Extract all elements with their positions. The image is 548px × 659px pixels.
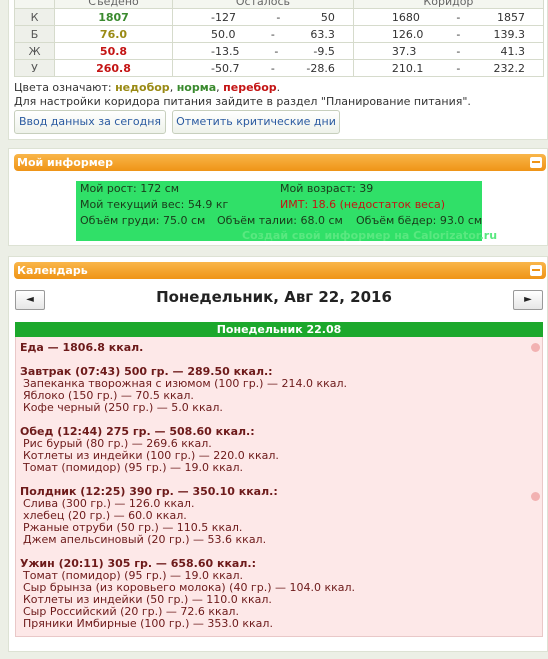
day-header: Понедельник 22.08 (15, 322, 543, 337)
list-item: Кофе черный (250 гр.) — 5.0 ккал. (23, 401, 223, 414)
corridor-min: 37.3 (391, 44, 417, 58)
table-header-row: Съедено Осталось Коридор (14, 0, 545, 9)
left-min: -13.5 (211, 44, 240, 58)
table-row: Ж 50.8 -13.5 - -9.5 37.3 - 41.3 (14, 42, 545, 60)
age-text: Мой возраст: 39 (280, 182, 374, 195)
legend-normal: норма (176, 81, 217, 94)
legend-line: Цвета означают: недобор, норма, перебор. (14, 81, 471, 95)
informer-title: Мой информер (17, 156, 114, 169)
list-item: Пряники Имбирные (100 гр.) — 353.0 ккал. (23, 617, 273, 630)
legend-under: недобор (115, 81, 170, 94)
row-label: У (14, 59, 55, 77)
legend-over: перебор (223, 81, 277, 94)
legend-dot: . (276, 81, 281, 94)
list-item: Джем апельсиновый (20 гр.) — 53.6 ккал. (23, 533, 267, 546)
legend-comma: , (216, 81, 220, 94)
legend-comma: , (169, 81, 174, 94)
create-informer-link[interactable]: Создай свой информер на Calorizator.ru (242, 229, 497, 242)
list-item: Томат (помидор) (95 гр.) — 19.0 ккал. (23, 461, 244, 474)
table-row: У 260.8 -50.7 - -28.6 210.1 - 232.2 (14, 59, 545, 77)
left-min: -127 (211, 10, 236, 24)
table-row: К 1807 -127 - 50 1680 - 1857 (14, 8, 545, 26)
nutrition-table: Съедено Осталось Коридор К 1807 -127 - 50 … (14, 0, 545, 77)
left-max: -28.6 (306, 61, 335, 75)
apple-icon (531, 492, 540, 501)
day-food-log: Еда — 1806.8 ккал. Завтрак (07:43) 500 г… (15, 337, 543, 637)
range-dash: - (270, 61, 275, 75)
range-dash: - (270, 27, 275, 41)
informer-header: Мой информер (14, 154, 546, 171)
corridor-max: 41.3 (500, 44, 525, 58)
next-day-button[interactable]: ► (513, 290, 543, 310)
corridor-min: 1680 (391, 10, 420, 24)
left-range: 50.0 - 63.3 (172, 25, 354, 43)
date-title: Понедельник, Авг 22, 2016 (156, 288, 392, 306)
informer-card: Мой рост: 172 см Мой возраст: 39 Мой тек… (76, 181, 497, 242)
left-min: -50.7 (211, 61, 240, 75)
minus-icon (532, 161, 540, 163)
left-max: 50 (320, 10, 335, 24)
range-dash: - (274, 44, 279, 58)
calendar-header: Календарь (14, 262, 546, 279)
range-dash: - (276, 10, 281, 24)
minus-icon (532, 269, 540, 271)
left-range: -50.7 - -28.6 (172, 59, 354, 77)
mark-critical-days-button[interactable]: Отметить критические дни (172, 110, 340, 134)
corridor-min: 126.0 (391, 27, 424, 41)
apple-icon (531, 343, 540, 352)
color-legend: Цвета означают: недобор, норма, перебор.… (14, 81, 471, 109)
col-header-corridor: Коридор (352, 0, 545, 9)
corridor-hint: Для настройки коридора питания зайдите в… (14, 95, 471, 108)
left-min: 50.0 (211, 27, 236, 41)
minus-icon[interactable] (530, 157, 542, 168)
weight-text: Мой текущий вес: 54.9 кг (80, 198, 229, 211)
left-range: -13.5 - -9.5 (172, 42, 354, 60)
legend-prefix: Цвета означают: (14, 81, 112, 94)
corridor-range: 126.0 - 139.3 (352, 25, 545, 43)
range-dash: - (456, 44, 461, 58)
food-total: Еда — 1806.8 ккал. (20, 341, 144, 354)
chest-text: Объём груди: 75.0 см (80, 214, 206, 227)
corridor-min: 210.1 (391, 61, 424, 75)
col-header-eaten: Съедено (54, 0, 173, 9)
table-row: Б 76.0 50.0 - 63.3 126.0 - 139.3 (14, 25, 545, 43)
height-text: Мой рост: 172 см (80, 182, 180, 195)
corridor-range: 210.1 - 232.2 (352, 59, 545, 77)
col-header-empty (14, 0, 55, 9)
enter-today-button[interactable]: Ввод данных за сегодня (14, 110, 166, 134)
left-range: -127 - 50 (172, 8, 354, 26)
corridor-range: 1680 - 1857 (352, 8, 545, 26)
corridor-max: 1857 (496, 10, 525, 24)
left-max: 63.3 (310, 27, 335, 41)
calendar-title: Календарь (17, 264, 88, 277)
minus-icon[interactable] (530, 265, 542, 276)
hips-text: Объём бёдер: 93.0 см (356, 214, 483, 227)
corridor-range: 37.3 - 41.3 (352, 42, 545, 60)
range-dash: - (456, 61, 461, 75)
row-label: Ж (14, 42, 55, 60)
bmi-text: ИМТ: 18.6 (недостаток веса) (280, 198, 446, 211)
eaten-value: 260.8 (54, 59, 173, 77)
col-header-left: Осталось (172, 0, 354, 9)
row-label: К (14, 8, 55, 26)
eaten-value: 50.8 (54, 42, 173, 60)
corridor-max: 139.3 (493, 27, 525, 41)
waist-text: Объём талии: 68.0 см (217, 214, 343, 227)
range-dash: - (456, 10, 461, 24)
left-max: -9.5 (313, 44, 335, 58)
corridor-max: 232.2 (493, 61, 525, 75)
row-label: Б (14, 25, 55, 43)
eaten-value: 1807 (54, 8, 173, 26)
range-dash: - (456, 27, 461, 41)
prev-day-button[interactable]: ◄ (15, 290, 45, 310)
eaten-value: 76.0 (54, 25, 173, 43)
